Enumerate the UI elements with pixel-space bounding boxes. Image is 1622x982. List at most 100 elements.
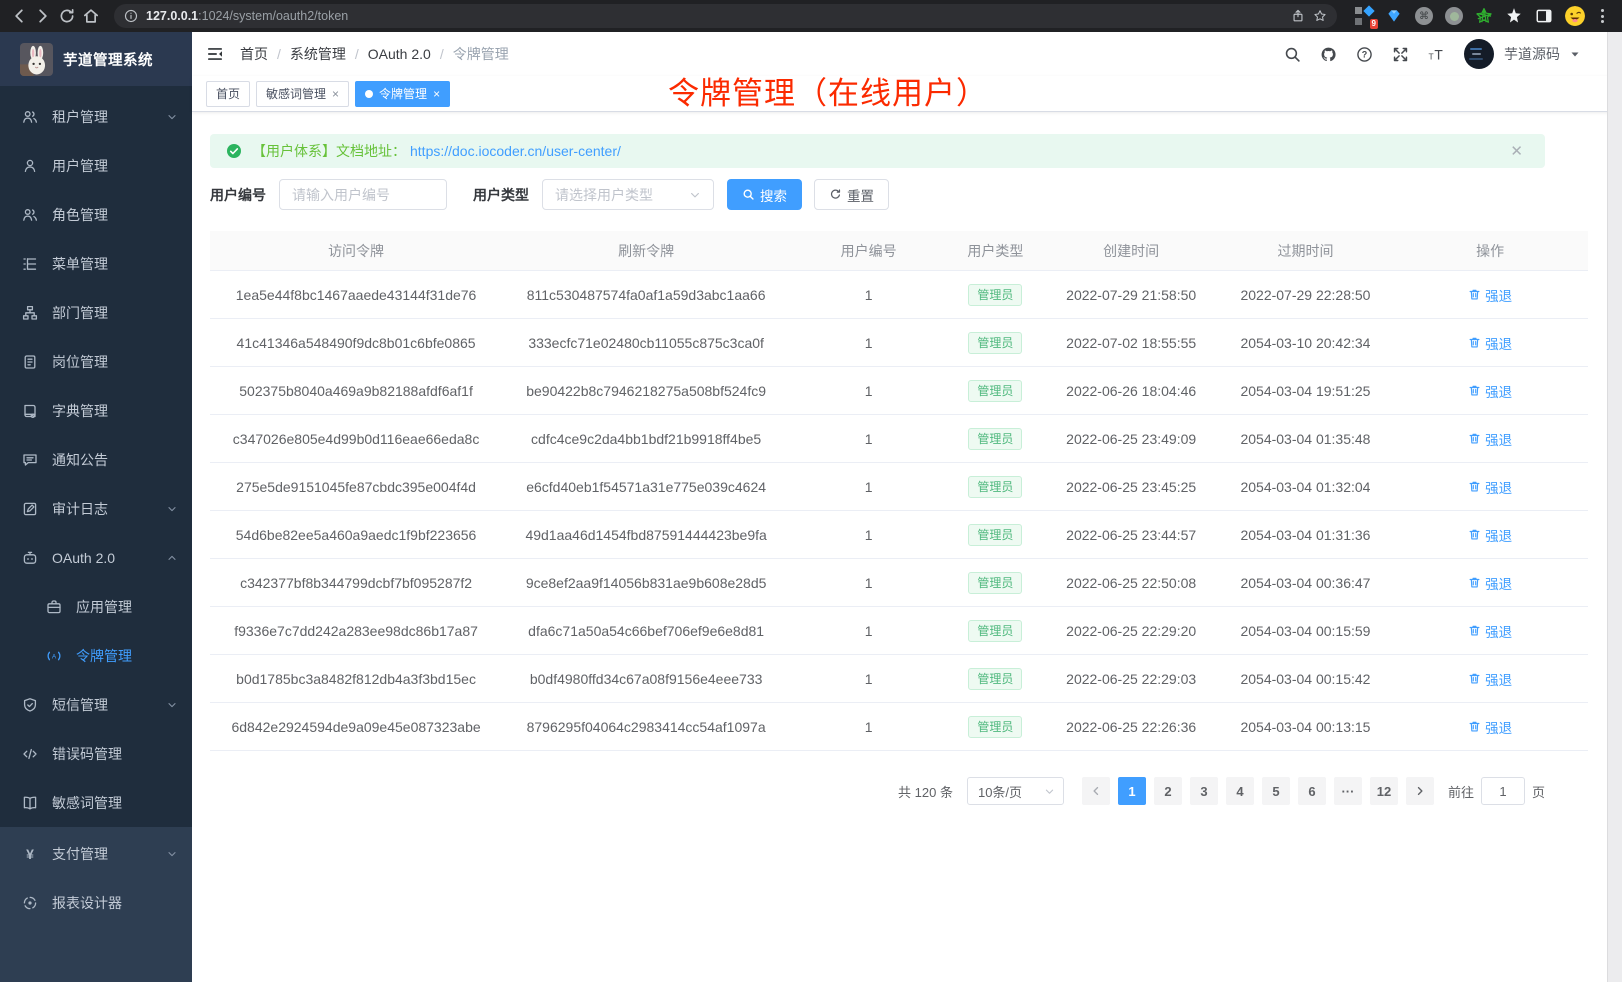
user-name[interactable]: 芋道源码 (1504, 44, 1560, 64)
share-icon[interactable] (1291, 9, 1305, 23)
sidebar-item-token[interactable]: A令牌管理 (0, 631, 192, 680)
home-icon[interactable] (82, 7, 100, 25)
user-type-badge: 管理员 (968, 572, 1022, 594)
force-logout-button[interactable]: 强退 (1468, 525, 1512, 545)
breadcrumb-item[interactable]: 系统管理 (290, 44, 346, 64)
github-icon[interactable] (1320, 46, 1337, 63)
fullscreen-icon[interactable] (1392, 46, 1409, 63)
breadcrumb-item[interactable]: 令牌管理 (453, 44, 509, 64)
sidebar-item-app[interactable]: 应用管理 (0, 582, 192, 631)
page-button[interactable]: 5 (1262, 777, 1290, 805)
page-size-select[interactable]: 10条/页 (967, 777, 1064, 805)
sidebar-item-audit[interactable]: 审计日志 (0, 484, 192, 533)
force-logout-button[interactable]: 强退 (1468, 477, 1512, 497)
refresh-token-cell: 8796295f04064c2983414cc54af1097a (502, 719, 790, 735)
force-logout-button[interactable]: 强退 (1468, 573, 1512, 593)
forward-icon[interactable] (34, 7, 52, 25)
created-at-cell: 2022-06-25 22:29:03 (1044, 671, 1219, 687)
alert-close-icon[interactable]: ✕ (1510, 144, 1523, 159)
sidebar-item-menu[interactable]: 菜单管理 (0, 239, 192, 288)
side-panel-icon[interactable] (1535, 7, 1553, 25)
sidebar-item-errcode[interactable]: 错误码管理 (0, 729, 192, 778)
chevron-down-icon (1044, 786, 1055, 797)
sidebar-item-sensitive[interactable]: 敏感词管理 (0, 778, 192, 827)
sidebar-item-post[interactable]: 岗位管理 (0, 337, 192, 386)
page-button[interactable]: 1 (1118, 777, 1146, 805)
force-logout-button[interactable]: 强退 (1468, 669, 1512, 689)
force-logout-button[interactable]: 强退 (1468, 429, 1512, 449)
sidebar-item-user[interactable]: 用户管理 (0, 141, 192, 190)
breadcrumb-item[interactable]: OAuth 2.0 (368, 46, 431, 62)
page-button[interactable]: 6 (1298, 777, 1326, 805)
breadcrumb-item[interactable]: 首页 (240, 44, 268, 64)
reset-button[interactable]: 重置 (814, 179, 889, 210)
page-scrollbar[interactable] (1607, 32, 1622, 982)
brand[interactable]: 芋道管理系统 (0, 32, 192, 86)
search-button[interactable]: 搜索 (727, 179, 802, 210)
sidebar-item-label: 错误码管理 (52, 744, 122, 764)
extension-grid-icon[interactable]: 9 (1355, 7, 1373, 25)
command-extension-icon[interactable]: ⌘ (1415, 7, 1433, 25)
recorder-extension-icon[interactable] (1445, 7, 1463, 25)
page-button[interactable]: 4 (1226, 777, 1254, 805)
white-star-extension-icon[interactable] (1505, 7, 1523, 25)
sidebar-collapse-icon[interactable] (206, 45, 224, 63)
sidebar-item-report[interactable]: 报表设计器 (0, 878, 192, 927)
force-logout-button[interactable]: 强退 (1468, 381, 1512, 401)
sidebar-item-users[interactable]: 租户管理 (0, 92, 192, 141)
force-logout-label: 强退 (1485, 477, 1512, 497)
sidebar-item-notice[interactable]: 通知公告 (0, 435, 192, 484)
reload-icon[interactable] (58, 7, 76, 25)
help-icon[interactable]: ? (1356, 46, 1373, 63)
green-star-extension-icon[interactable] (1475, 7, 1493, 25)
page-ellipsis[interactable]: ··· (1334, 777, 1362, 805)
page-button[interactable]: 12 (1370, 777, 1398, 805)
page-button[interactable]: 2 (1154, 777, 1182, 805)
profile-avatar-emoji[interactable] (1565, 6, 1585, 26)
sidebar-item-label: 短信管理 (52, 695, 108, 715)
goto-page-input[interactable] (1481, 777, 1525, 805)
sidebar-item-sms[interactable]: 短信管理 (0, 680, 192, 729)
sidebar-item-dept[interactable]: 部门管理 (0, 288, 192, 337)
url-bar[interactable]: 127.0.0.1:1024/system/oauth2/token (114, 4, 1337, 28)
extensions-area: 9 ⌘ (1351, 6, 1612, 26)
sidebar-item-label: 字典管理 (52, 401, 108, 421)
gem-extension-icon[interactable] (1385, 7, 1403, 25)
browser-menu-icon[interactable] (1597, 9, 1608, 23)
column-header: 创建时间 (1044, 241, 1219, 261)
user-type-select[interactable]: 请选择用户类型 (542, 179, 714, 210)
search-icon[interactable] (1284, 46, 1301, 63)
sidebar-item-role[interactable]: 角色管理 (0, 190, 192, 239)
user-avatar[interactable] (1464, 39, 1494, 69)
sidebar-item-oauth[interactable]: OAuth 2.0 (0, 533, 192, 582)
force-logout-label: 强退 (1485, 333, 1512, 353)
sidebar-item-dict[interactable]: 字典管理 (0, 386, 192, 435)
column-header: 用户编号 (790, 241, 947, 261)
search-button-label: 搜索 (760, 185, 787, 205)
bookmark-star-icon[interactable] (1313, 9, 1327, 23)
next-page-button[interactable] (1406, 777, 1434, 805)
user-id-input[interactable] (279, 179, 447, 210)
site-info-icon[interactable] (124, 9, 138, 23)
trash-icon (1468, 336, 1481, 349)
force-logout-button[interactable]: 强退 (1468, 333, 1512, 353)
close-icon[interactable]: × (332, 88, 339, 100)
alert-doc-link[interactable]: https://doc.iocoder.cn/user-center/ (410, 143, 621, 159)
font-size-icon[interactable]: TT (1428, 46, 1445, 63)
tab-page[interactable]: 敏感词管理× (256, 81, 349, 107)
expires-at-cell: 2054-03-04 00:15:59 (1219, 623, 1393, 639)
tab-home[interactable]: 首页 (206, 81, 250, 107)
close-icon[interactable]: × (433, 88, 440, 100)
sidebar-item-pay[interactable]: ¥支付管理 (0, 829, 192, 878)
force-logout-button[interactable]: 强退 (1468, 621, 1512, 641)
force-logout-button[interactable]: 强退 (1468, 717, 1512, 737)
tab-page[interactable]: 令牌管理× (355, 81, 450, 107)
prev-page-button[interactable] (1082, 777, 1110, 805)
breadcrumb: 首页/系统管理/OAuth 2.0/令牌管理 (240, 44, 509, 64)
page-button[interactable]: 3 (1190, 777, 1218, 805)
force-logout-button[interactable]: 强退 (1468, 285, 1512, 305)
chevron-down-icon[interactable] (1570, 49, 1580, 59)
created-at-cell: 2022-07-29 21:58:50 (1044, 287, 1219, 303)
user-type-cell: 管理员 (947, 716, 1043, 738)
back-icon[interactable] (10, 7, 28, 25)
